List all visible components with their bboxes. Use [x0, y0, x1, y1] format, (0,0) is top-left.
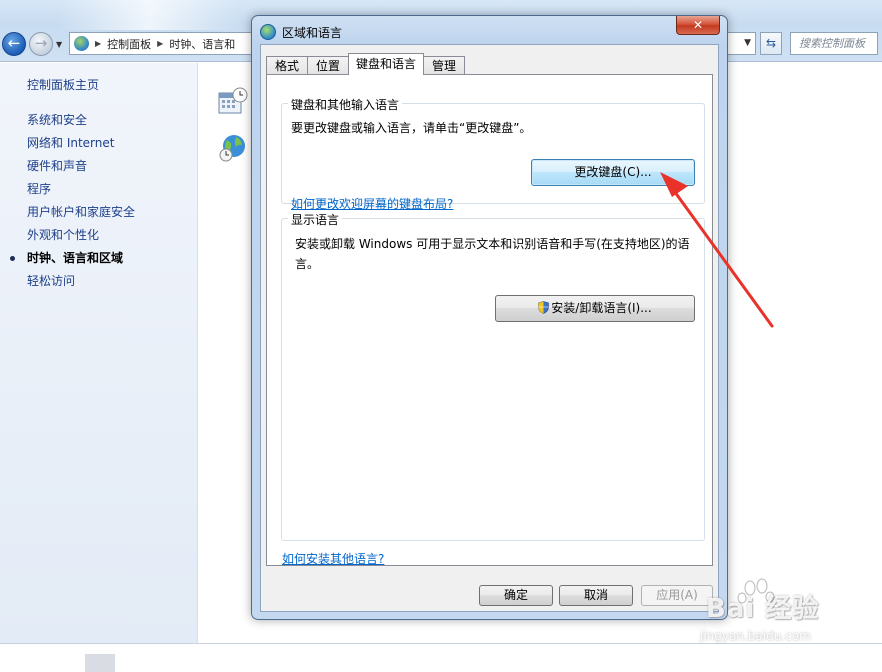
tab-administrative[interactable]: 管理: [423, 56, 466, 75]
display-language-description-line1: 安装或卸载 Windows 可用于显示文本和识别语音和手写(在支持地区)的语: [295, 237, 690, 251]
tab-strip: 格式 位置 键盘和语言 管理: [266, 53, 466, 75]
back-button[interactable]: ←: [2, 32, 26, 56]
dialog-title: 区域和语言: [282, 25, 343, 40]
tab-location[interactable]: 位置: [307, 56, 350, 75]
display-language-group: 显示语言: [281, 211, 705, 541]
sidebar-home-link[interactable]: 控制面板主页: [27, 76, 99, 93]
sidebar-item-clock-language[interactable]: 时钟、语言和区域: [9, 247, 135, 270]
uac-shield-icon: [538, 301, 550, 314]
cancel-button[interactable]: 取消: [559, 585, 633, 606]
globe-icon: [260, 24, 276, 40]
display-language-group-label: 显示语言: [288, 211, 343, 228]
display-language-description-line2: 言。: [295, 257, 320, 271]
address-bar[interactable]: ▶ 控制面板 ▶ 时钟、语言和: [69, 32, 259, 55]
region-language-icon[interactable]: [218, 133, 248, 163]
watermark-brand: Bai 经验: [706, 594, 820, 624]
sidebar-item-hardware-sound[interactable]: 硬件和声音: [27, 155, 135, 178]
sidebar-list: 系统和安全 网络和 Internet 硬件和声音 程序 用户帐户和家庭安全 外观…: [9, 109, 135, 293]
breadcrumb-separator-icon[interactable]: ▶: [95, 39, 101, 48]
ok-button[interactable]: 确定: [479, 585, 553, 606]
keyboards-group-label: 键盘和其他输入语言: [288, 96, 403, 113]
breadcrumb-separator-icon[interactable]: ▶: [157, 39, 163, 48]
refresh-icon[interactable]: ⇆: [760, 32, 782, 55]
recent-pages-dropdown-icon[interactable]: ▼: [56, 40, 65, 49]
watermark-url: jingyan.baidu.com: [700, 629, 811, 643]
address-dropdown-icon[interactable]: ▼: [726, 32, 756, 55]
keyboards-description: 要更改键盘或输入语言，请单击“更改键盘”。: [291, 121, 532, 135]
sidebar-item-user-accounts[interactable]: 用户帐户和家庭安全: [27, 201, 135, 224]
sidebar-item-appearance[interactable]: 外观和个性化: [27, 224, 135, 247]
sidebar-item-system-security[interactable]: 系统和安全: [27, 109, 135, 132]
sidebar-item-programs[interactable]: 程序: [27, 178, 135, 201]
welcome-screen-keyboard-link[interactable]: 如何更改欢迎屏幕的键盘布局?: [291, 195, 453, 212]
search-input[interactable]: 搜索控制面板: [790, 32, 878, 55]
install-other-languages-link[interactable]: 如何安装其他语言?: [282, 550, 384, 567]
breadcrumb-clock-language[interactable]: 时钟、语言和: [169, 36, 235, 52]
sidebar-item-ease-of-access[interactable]: 轻松访问: [27, 270, 135, 293]
sidebar: 控制面板主页 系统和安全 网络和 Internet 硬件和声音 程序 用户帐户和…: [0, 63, 198, 643]
forward-button[interactable]: →: [29, 32, 53, 56]
date-time-icon[interactable]: [218, 86, 248, 116]
sidebar-item-network-internet[interactable]: 网络和 Internet: [27, 132, 135, 155]
annotation-arrow-icon: [660, 172, 774, 328]
install-uninstall-languages-label: 安装/卸载语言(I)...: [551, 301, 652, 315]
control-panel-icon: [74, 36, 89, 51]
tab-formats[interactable]: 格式: [266, 56, 309, 75]
dialog-title-bar[interactable]: 区域和语言: [260, 22, 342, 42]
close-icon[interactable]: ✕: [676, 16, 720, 35]
breadcrumb-control-panel[interactable]: 控制面板: [107, 36, 151, 52]
tab-panel: 键盘和其他输入语言 要更改键盘或输入语言，请单击“更改键盘”。 更改键盘(C).…: [266, 74, 713, 566]
tab-keyboards-languages[interactable]: 键盘和语言: [348, 53, 425, 75]
